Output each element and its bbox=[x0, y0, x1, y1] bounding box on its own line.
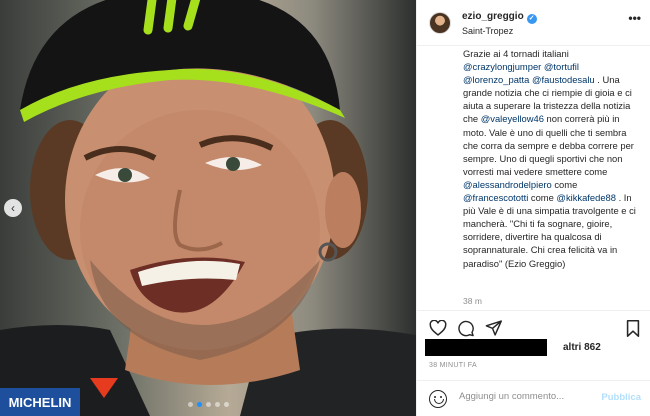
heart-icon[interactable] bbox=[429, 320, 447, 336]
carousel-dot bbox=[187, 402, 193, 407]
caption-text: come bbox=[551, 178, 578, 190]
caption-text: come bbox=[528, 192, 557, 204]
more-options-button[interactable]: ••• bbox=[628, 11, 641, 25]
caption-text: . In più Vale è di una simpatia travolge… bbox=[463, 192, 636, 269]
carousel-dot bbox=[223, 402, 229, 407]
mention-link[interactable]: @faustodesalu bbox=[532, 74, 595, 85]
verified-badge-icon: ✓ bbox=[526, 14, 537, 24]
username-link[interactable]: ezio_greggio ✓ bbox=[462, 11, 537, 24]
post-sidebar: ezio_greggio ✓ Saint-Tropez ••• Grazie ai… bbox=[416, 0, 650, 416]
avatar[interactable] bbox=[429, 12, 451, 34]
carousel-dot bbox=[196, 402, 202, 407]
mention-link[interactable]: @lorenzo_patta bbox=[463, 74, 529, 85]
carousel-prev-button[interactable]: ‹ bbox=[4, 199, 22, 217]
likes-count[interactable]: altri 862 bbox=[563, 342, 601, 353]
post-photo[interactable]: MICHELIN ‹ bbox=[0, 0, 416, 416]
mention-link[interactable]: @francescototti bbox=[463, 192, 528, 203]
location-link[interactable]: Saint-Tropez bbox=[462, 26, 513, 36]
username: ezio_greggio bbox=[462, 11, 524, 22]
likes-redaction bbox=[425, 339, 547, 356]
mention-link[interactable]: @valeyellow46 bbox=[481, 113, 544, 124]
chevron-left-icon: ‹ bbox=[11, 201, 15, 215]
mention-link[interactable]: @alessandrodelpiero bbox=[463, 179, 552, 190]
photo-illustration: MICHELIN bbox=[0, 0, 416, 416]
paper-plane-icon[interactable] bbox=[485, 320, 503, 336]
action-bar bbox=[417, 310, 650, 340]
comment-bar: Pubblica bbox=[417, 380, 650, 416]
smiley-icon[interactable] bbox=[429, 390, 447, 408]
carousel-dot bbox=[214, 402, 220, 407]
caption-time: 38 m bbox=[463, 296, 482, 306]
mention-link[interactable]: @kikkafede88 bbox=[556, 192, 616, 203]
mention-link[interactable]: @tortufil bbox=[544, 61, 579, 72]
post-timestamp[interactable]: 38 MINUTI FA bbox=[429, 362, 477, 369]
post-header: ezio_greggio ✓ Saint-Tropez ••• bbox=[417, 0, 650, 46]
publish-button[interactable]: Pubblica bbox=[601, 392, 641, 403]
comment-input[interactable] bbox=[459, 391, 589, 402]
mention-link[interactable]: @crazylongjumper bbox=[463, 61, 541, 72]
carousel-dot bbox=[205, 402, 211, 407]
post-caption: Grazie ai 4 tornadi italiani @crazylongj… bbox=[463, 47, 643, 270]
caption-text: Grazie ai 4 tornadi italiani bbox=[463, 48, 569, 59]
carousel-dots bbox=[0, 402, 416, 407]
bookmark-icon[interactable] bbox=[626, 320, 640, 337]
comment-icon[interactable] bbox=[457, 320, 475, 337]
